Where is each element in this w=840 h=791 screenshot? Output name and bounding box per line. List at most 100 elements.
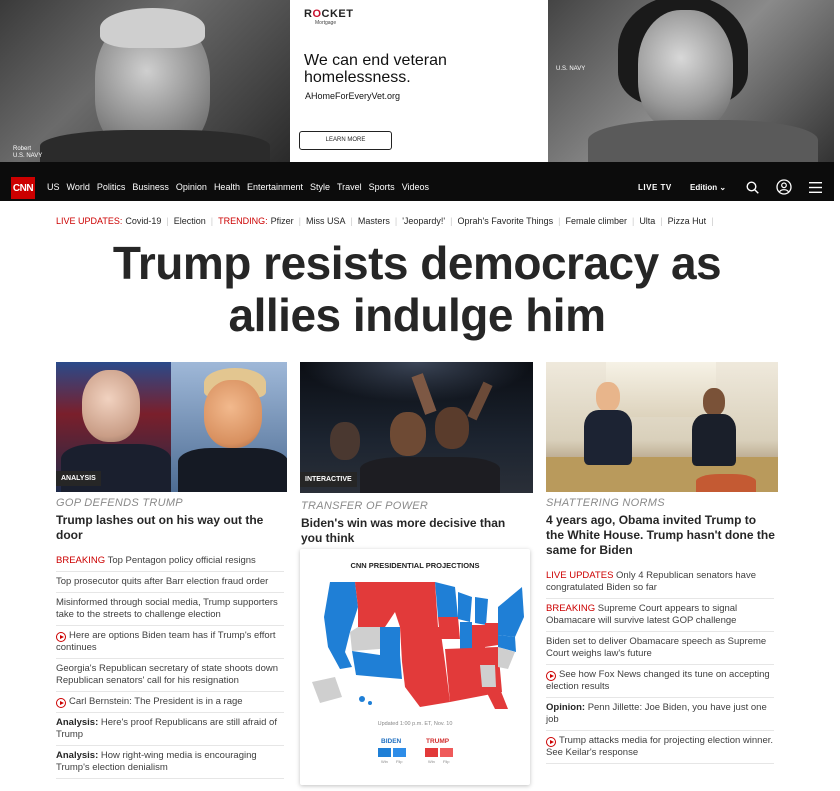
- play-icon: [546, 737, 556, 747]
- trend-topic[interactable]: Ulta: [639, 216, 655, 226]
- list-item[interactable]: Analysis: How right-wing media is encour…: [56, 746, 284, 779]
- trend-topic[interactable]: 'Jeopardy!': [402, 216, 445, 226]
- edition-selector[interactable]: Edition ⌄: [690, 183, 726, 192]
- ad-brand-sub: Mortgage: [315, 20, 337, 26]
- list-item[interactable]: Georgia's Republican secretary of state …: [56, 659, 284, 692]
- celebrant-face: [390, 412, 426, 456]
- mountain-states-north: [355, 582, 395, 627]
- live-tv-link[interactable]: LIVE TV: [638, 183, 672, 192]
- ad-right-caption: U.S. NAVY: [556, 66, 586, 72]
- list-item[interactable]: LIVE UPDATES Only 4 Republican senators …: [546, 566, 774, 599]
- list-item[interactable]: Carl Bernstein: The President is in a ra…: [56, 692, 284, 713]
- trend-election[interactable]: Election: [174, 216, 206, 226]
- nav-link-business[interactable]: Business: [132, 182, 169, 192]
- indiana-state: [472, 625, 485, 649]
- fireplace: [606, 362, 716, 417]
- menu-icon[interactable]: [806, 178, 824, 196]
- main-headline[interactable]: Trump resists democracy as allies indulg…: [60, 237, 774, 341]
- crowd: [360, 457, 500, 493]
- veteran-face: [638, 10, 733, 130]
- col3-list: LIVE UPDATES Only 4 Republican senators …: [546, 566, 774, 764]
- nav-link-health[interactable]: Health: [214, 182, 240, 192]
- trend-topic[interactable]: Pfizer: [271, 216, 294, 226]
- us-election-map: [312, 582, 524, 709]
- trend-topic[interactable]: Female climber: [565, 216, 627, 226]
- col2-kicker[interactable]: TRANSFER OF POWER: [301, 500, 428, 512]
- flip-label: Flip: [396, 759, 403, 764]
- trend-topic[interactable]: Miss USA: [306, 216, 346, 226]
- analysis-label: Analysis:: [56, 717, 99, 728]
- account-icon[interactable]: [775, 178, 793, 196]
- nav-link-us[interactable]: US: [47, 182, 60, 192]
- list-item[interactable]: See how Fox News changed its tune on acc…: [546, 665, 774, 698]
- fruit-bowl: [696, 474, 756, 492]
- list-item-text: See how Fox News changed its tune on acc…: [546, 669, 770, 692]
- col1-kicker[interactable]: GOP DEFENDS TRUMP: [56, 497, 183, 509]
- new-mexico-state: [378, 655, 402, 679]
- list-item[interactable]: Here are options Biden team has if Trump…: [56, 626, 284, 659]
- trend-topic[interactable]: Oprah's Favorite Things: [458, 216, 554, 226]
- list-item[interactable]: Opinion: Penn Jillette: Joe Biden, you h…: [546, 698, 774, 731]
- analysis-tag: ANALYSIS: [56, 471, 101, 486]
- election-map-card[interactable]: CNN PRESIDENTIAL PROJECTIONS Updated 1:0…: [300, 549, 530, 785]
- cnn-logo[interactable]: CNN: [11, 177, 35, 199]
- col2-title[interactable]: Biden's win was more decisive than you t…: [301, 516, 521, 546]
- ohio-state: [485, 623, 498, 647]
- list-item[interactable]: Trump attacks media for projecting elect…: [546, 731, 774, 764]
- list-item[interactable]: Biden set to deliver Obamacare speech as…: [546, 632, 774, 665]
- biden-trump-photo[interactable]: ANALYSIS: [56, 362, 287, 492]
- northeast-states: [498, 587, 524, 637]
- interactive-tag: INTERACTIVE: [300, 472, 357, 487]
- nav-link-style[interactable]: Style: [310, 182, 330, 192]
- celebration-photo[interactable]: INTERACTIVE: [300, 362, 533, 493]
- wisconsin-state: [458, 592, 472, 622]
- trend-topic[interactable]: Pizza Hut: [668, 216, 707, 226]
- play-icon: [56, 698, 66, 708]
- trend-covid[interactable]: Covid-19: [125, 216, 161, 226]
- nav-link-politics[interactable]: Politics: [97, 182, 126, 192]
- hawaii-state: [359, 696, 365, 702]
- ad-url: AHomeForEveryVet.org: [305, 91, 401, 101]
- list-item[interactable]: BREAKING Supreme Court appears to signal…: [546, 599, 774, 632]
- ad-headline: We can end veteran homelessness.: [304, 52, 447, 86]
- hawaii-state: [368, 701, 372, 705]
- win-label: Win: [428, 759, 435, 764]
- trump-flip-swatch: [440, 748, 453, 757]
- nav-link-sports[interactable]: Sports: [369, 182, 395, 192]
- trump-suit: [178, 448, 287, 492]
- live-updates-label: LIVE UPDATES:: [56, 216, 123, 226]
- nav-link-travel[interactable]: Travel: [337, 182, 362, 192]
- texas-state: [402, 662, 450, 707]
- edition-label: Edition: [690, 183, 718, 192]
- list-item-text: Carl Bernstein: The President is in a ra…: [69, 696, 243, 707]
- trend-topic[interactable]: Masters: [358, 216, 390, 226]
- nav-link-world[interactable]: World: [67, 182, 90, 192]
- ad-veteran-photo-left: Robert U.S. NAVY: [0, 0, 290, 162]
- search-icon[interactable]: [743, 178, 761, 196]
- nav-link-opinion[interactable]: Opinion: [176, 182, 207, 192]
- nevada-state: [350, 627, 380, 651]
- chevron-down-icon: ⌄: [719, 183, 727, 192]
- nav-link-videos[interactable]: Videos: [402, 182, 429, 192]
- col3-title[interactable]: 4 years ago, Obama invited Trump to the …: [546, 513, 776, 558]
- nav-link-entertainment[interactable]: Entertainment: [247, 182, 303, 192]
- celebrant-face: [330, 422, 360, 460]
- flip-label: Flip: [443, 759, 450, 764]
- oval-office-photo[interactable]: [546, 362, 778, 492]
- col1-list: BREAKING Top Pentagon policy official re…: [56, 551, 284, 779]
- biden-win-swatch: [378, 748, 391, 757]
- col3-kicker[interactable]: SHATTERING NORMS: [546, 497, 665, 509]
- list-item-text: Georgia's Republican secretary of state …: [56, 663, 279, 686]
- ad-banner[interactable]: Robert U.S. NAVY ROCKET Mortgage We can …: [0, 0, 834, 162]
- central-states: [400, 627, 445, 662]
- list-item[interactable]: Misinformed through social media, Trump …: [56, 593, 284, 626]
- ad-brand-logo: ROCKET: [304, 8, 354, 20]
- list-item[interactable]: Analysis: Here's proof Republicans are s…: [56, 713, 284, 746]
- trump-face: [596, 382, 620, 412]
- iowa-state: [438, 617, 460, 639]
- list-item[interactable]: Top prosecutor quits after Barr election…: [56, 572, 284, 593]
- list-item[interactable]: BREAKING Top Pentagon policy official re…: [56, 551, 284, 572]
- ad-learn-more-button[interactable]: LEARN MORE: [299, 131, 392, 150]
- col1-title[interactable]: Trump lashes out on his way out the door: [56, 513, 286, 543]
- veteran-shoulders: [40, 130, 270, 162]
